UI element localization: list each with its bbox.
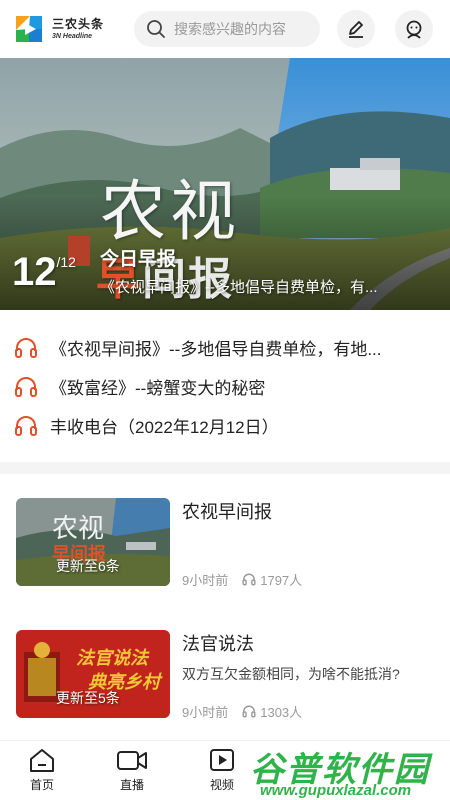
audio-item-title: 《致富经》--螃蟹变大的秘密 bbox=[50, 379, 266, 398]
app-logo[interactable]: 三农头条 3N Headline bbox=[12, 12, 104, 46]
home-icon bbox=[30, 749, 54, 772]
banner-page-indicator: 12/12 bbox=[12, 250, 76, 295]
program-time: 9小时前 bbox=[182, 573, 229, 588]
program-title: 法官说法 bbox=[182, 634, 254, 654]
logo-text-cn: 三农头条 bbox=[52, 17, 105, 31]
update-count-badge: 更新至6条 bbox=[56, 558, 120, 574]
tab-live-label: 直播 bbox=[119, 778, 144, 792]
program-listeners: 1797人 bbox=[260, 573, 303, 588]
headphones-icon bbox=[242, 705, 256, 718]
audio-item-title: 《农视早间报》--多地倡导自费单检，有地... bbox=[50, 340, 382, 359]
logo-text-en: 3N Headline bbox=[52, 33, 93, 40]
thumb-title-art: 法官说法 bbox=[76, 648, 148, 668]
audio-list: 《农视早间报》--多地倡导自费单检，有地... 《致富经》--螃蟹变大的秘密 丰… bbox=[0, 328, 450, 445]
audio-item-title: 丰收电台（2022年12月12日） bbox=[50, 418, 279, 437]
site-watermark: 谷普软件园 www.gupuxlazal.com bbox=[246, 742, 450, 800]
program-title: 农视早间报 bbox=[182, 502, 272, 522]
headphones-icon bbox=[15, 415, 37, 436]
headphones-icon bbox=[242, 573, 256, 586]
audio-list-item[interactable]: 丰收电台（2022年12月12日） bbox=[0, 406, 450, 445]
program-listeners: 1303人 bbox=[260, 705, 303, 720]
program-card[interactable]: 农视 早间报 更新至6条 农视早间报 9小时前 1797人 bbox=[16, 498, 436, 598]
search-placeholder: 搜索感兴趣的内容 bbox=[174, 21, 286, 37]
search-icon bbox=[147, 20, 165, 38]
watermark-en: www.gupuxlazal.com bbox=[260, 782, 412, 799]
program-thumbnail: 法官说法 典亮乡村 更新至5条 bbox=[16, 630, 170, 718]
tab-live[interactable]: 直播 bbox=[102, 747, 162, 793]
audio-list-item[interactable]: 《致富经》--螃蟹变大的秘密 bbox=[0, 367, 450, 406]
section-divider bbox=[0, 462, 450, 474]
edit-button[interactable] bbox=[337, 10, 375, 48]
video-camera-icon bbox=[117, 751, 147, 770]
tab-home-label: 首页 bbox=[29, 778, 54, 792]
user-avatar-icon bbox=[406, 20, 422, 39]
app-header: 三农头条 3N Headline 搜索感兴趣的内容 bbox=[0, 0, 450, 58]
headphones-icon bbox=[15, 337, 37, 358]
play-video-icon bbox=[210, 749, 234, 771]
banner-title-art: 农视 bbox=[100, 173, 240, 250]
tab-video-label: 视频 bbox=[209, 778, 234, 792]
search-bar[interactable]: 搜索感兴趣的内容 bbox=[134, 11, 320, 47]
banner-page-total: /12 bbox=[56, 254, 76, 270]
update-count-badge: 更新至5条 bbox=[56, 690, 120, 706]
profile-button[interactable] bbox=[395, 10, 433, 48]
pencil-icon bbox=[349, 21, 363, 38]
banner-description: 《农视早间报》--多地倡导自费单检，有... bbox=[100, 279, 378, 296]
featured-banner[interactable]: 农视 早间报 12/12 今日早报 《农视早间报》--多地倡导自费单检，有... bbox=[0, 58, 450, 310]
audio-list-item[interactable]: 《农视早间报》--多地倡导自费单检，有地... bbox=[0, 328, 450, 367]
program-thumbnail: 农视 早间报 更新至6条 bbox=[16, 498, 170, 586]
program-meta: 9小时前 1797人 bbox=[182, 570, 302, 589]
logo-mark-icon bbox=[12, 12, 46, 46]
program-time: 9小时前 bbox=[182, 705, 229, 720]
program-card[interactable]: 法官说法 典亮乡村 更新至5条 法官说法 双方互欠金额相同，为啥不能抵消? 9小… bbox=[16, 630, 436, 730]
headphones-icon bbox=[15, 376, 37, 397]
tab-home[interactable]: 首页 bbox=[12, 747, 72, 793]
program-meta: 9小时前 1303人 bbox=[182, 702, 302, 721]
program-description: 双方互欠金额相同，为啥不能抵消? bbox=[182, 666, 400, 682]
tab-video[interactable]: 视频 bbox=[192, 747, 252, 793]
banner-title: 今日早报 bbox=[100, 249, 177, 270]
banner-page-current: 12 bbox=[12, 250, 57, 294]
